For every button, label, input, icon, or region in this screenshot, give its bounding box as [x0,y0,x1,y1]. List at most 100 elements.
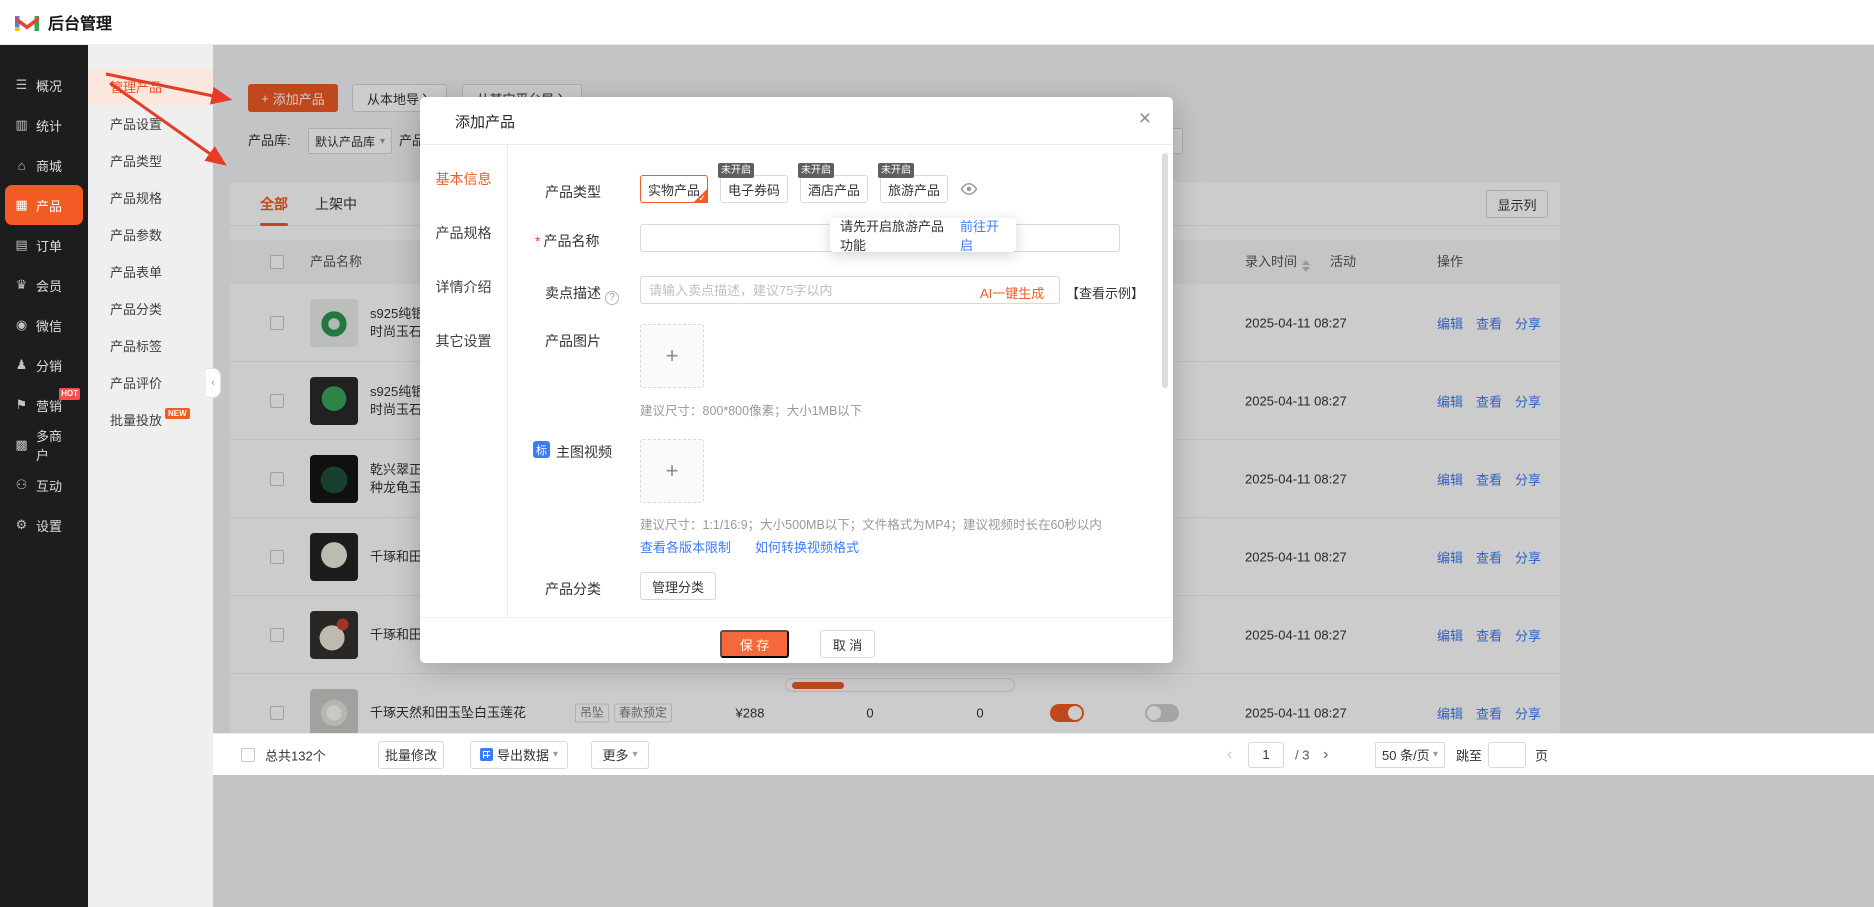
product-type-label: 产品类型 [545,182,601,202]
new-badge: NEW [165,408,190,419]
batch-edit-button[interactable]: 批量修改 [378,741,444,769]
hot-badge: HOT [59,388,80,400]
next-page-arrow[interactable]: › [1323,746,1328,764]
sidebar-label: 分销 [36,356,62,375]
save-button[interactable]: 保 存 [720,630,789,658]
topbar: 后台管理 [0,0,1874,45]
modal-title: 添加产品 [455,111,515,132]
interaction-icon: ⚇ [14,477,29,493]
chevron-down-icon: ▾ [632,749,637,760]
page-size-select[interactable]: 50 条/页▾ [1375,742,1445,768]
modal-tab-details[interactable]: 详情介绍 [436,273,492,301]
sidebar-label: 统计 [36,116,62,135]
sidebar-item-stats[interactable]: ▥ 统计 [5,105,83,145]
modal-scrollbar-thumb[interactable] [1162,153,1168,388]
sidebar-item-wechat[interactable]: ◉ 微信 [5,305,83,345]
app-logo-icon [15,13,39,31]
subnav-item-product-specs[interactable]: 产品规格 [88,179,213,216]
export-table-icon [480,748,493,761]
upload-plus-icon: + [666,458,679,484]
not-enabled-badge: 未开启 [718,163,754,178]
type-option-travel[interactable]: 旅游产品 [880,175,948,203]
sidebar-label: 设置 [36,516,62,535]
more-button[interactable]: 更多 ▾ [591,741,649,769]
secondary-sidebar: 管理产品 产品设置 产品类型 产品规格 产品参数 产品表单 产品分类 产品标签 … [88,45,213,907]
manage-category-button[interactable]: 管理分类 [640,572,716,600]
help-icon[interactable]: ? [605,291,619,305]
check-icon: ✓ [698,193,706,204]
select-all-checkbox[interactable] [241,748,255,762]
sidebar-label: 营销 [36,396,62,415]
sidebar-item-distribution[interactable]: ♟ 分销 [5,345,83,385]
sidebar-item-mall[interactable]: ⌂商城 [5,145,83,185]
convert-format-link[interactable]: 如何转换视频格式 [755,537,859,556]
required-asterisk: * [535,233,540,249]
current-page-input[interactable] [1248,742,1284,768]
travel-product-tooltip: 请先开启旅游产品功能 前往开启 [830,218,1016,252]
subnav-item-product-settings[interactable]: 产品设置 [88,105,213,142]
gear-icon: ⚙ [14,517,29,533]
type-option-physical[interactable]: 实物产品✓ [640,175,708,203]
sidebar-item-settings[interactable]: ⚙ 设置 [5,505,83,545]
close-icon[interactable]: × [1139,107,1151,131]
video-size-hint: 建议尺寸：1:1/16:9；大小500MB以下；文件格式为MP4；建议视频时长在… [640,514,1102,533]
app-title: 后台管理 [48,10,112,34]
subnav-item-product-tags[interactable]: 产品标签 [88,327,213,364]
wechat-icon: ◉ [14,317,29,333]
eye-icon[interactable] [960,182,978,201]
sidebar-item-order[interactable]: ▤订单 [5,225,83,265]
not-enabled-badge: 未开启 [798,163,834,178]
subnav-item-manage-products[interactable]: 管理产品 [88,68,213,105]
jump-page-input[interactable] [1488,742,1526,768]
sidebar-item-marketing[interactable]: ⚑ 营销HOT [5,385,83,425]
video-upload-box[interactable]: + [640,439,704,503]
export-data-button[interactable]: 导出数据▾ [470,741,568,769]
product-name-label: *产品名称 [535,231,599,251]
order-icon: ▤ [14,237,29,253]
page-unit-label: 页 [1535,745,1548,764]
modal-tab-basic-info[interactable]: 基本信息 [436,165,492,193]
app-root: 后台管理 ☰ 概况 ▥ 统计 ⌂商城 ▦产品 ▤订单 ♛会员 ◉ 微信 ♟ 分销 ⚑ 营销… [0,0,1874,907]
tooltip-text: 请先开启旅游产品功能 [840,216,955,254]
subnav-item-product-reviews[interactable]: 产品评价 [88,364,213,401]
image-upload-box[interactable]: + [640,324,704,388]
image-size-hint: 建议尺寸：800*800像素；大小1MB以下 [640,400,862,419]
sidebar-item-overview[interactable]: ☰ 概况 [5,65,83,105]
sidebar-item-product[interactable]: ▦产品 [5,185,83,225]
subnav-item-product-params[interactable]: 产品参数 [88,216,213,253]
ai-generate-link[interactable]: AI一键生成 [980,283,1044,302]
product-image-label: 产品图片 [545,331,601,351]
prev-page-arrow[interactable]: ‹ [1227,746,1232,764]
view-example-link[interactable]: 【查看示例】 [1066,283,1144,302]
distribution-icon: ♟ [14,357,29,373]
type-option-hotel[interactable]: 酒店产品 [800,175,868,203]
modal-tab-other-settings[interactable]: 其它设置 [436,327,492,355]
sidebar-item-interaction[interactable]: ⚇ 互动 [5,465,83,505]
cancel-button[interactable]: 取 消 [820,630,875,658]
page-total: / 3 [1295,747,1309,762]
sidebar-collapse-handle[interactable]: ‹ [206,368,221,398]
subnav-item-product-categories[interactable]: 产品分类 [88,290,213,327]
sidebar-item-member[interactable]: ♛会员 [5,265,83,305]
stats-icon: ▥ [14,117,29,133]
sidebar-label: 微信 [36,316,62,335]
selling-point-label: 卖点描述? [545,283,619,305]
modal-tab-specs[interactable]: 产品规格 [436,219,492,247]
overview-icon: ☰ [14,77,29,93]
bottom-toolbar: 总共132个 批量修改 导出数据▾ 更多▾ ‹ / 3 › 50 条/页▾ 跳至… [213,733,1874,775]
sidebar-label: 概况 [36,76,62,95]
enable-now-link[interactable]: 前往开启 [960,216,1006,254]
sidebar-item-multi-merchant[interactable]: ▩多商户 [5,425,83,465]
type-option-evoucher[interactable]: 电子券码 [720,175,788,203]
subnav-item-batch-placement[interactable]: 批量投放NEW [88,401,213,438]
product-icon: ▦ [14,197,29,213]
batch-edit-label: 批量修改 [385,745,437,764]
marketing-icon: ⚑ [14,397,29,413]
sidebar-label: 互动 [36,476,62,495]
version-limit-link[interactable]: 查看各版本限制 [640,537,731,556]
subnav-item-product-forms[interactable]: 产品表单 [88,253,213,290]
total-count: 总共132个 [265,745,326,764]
more-label: 更多 [602,745,628,764]
subnav-item-product-types[interactable]: 产品类型 [88,142,213,179]
modal-footer-divider [420,617,1173,618]
